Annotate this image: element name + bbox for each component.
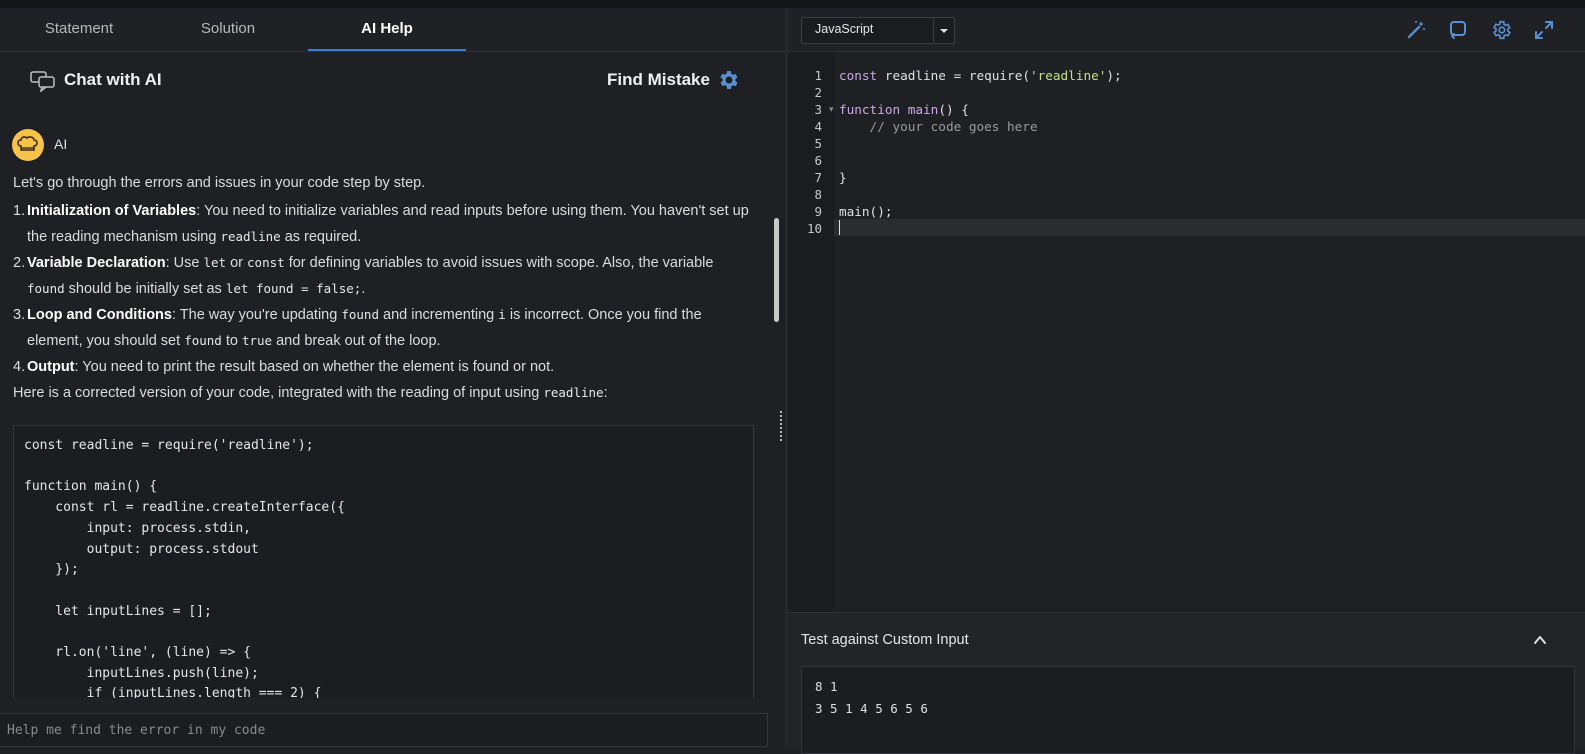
list-number: 1.	[13, 203, 26, 219]
item-text: should be initially set as	[64, 281, 226, 297]
inline-code: let found = false;	[225, 281, 362, 296]
list-item: 1. Initialization of Variables: You need …	[13, 198, 753, 250]
list-item: 2. Variable Declaration: Use let or const…	[13, 250, 753, 302]
tab-bar: Statement Solution AI Help	[0, 8, 785, 52]
corrected-intro: Here is a corrected version of your code…	[13, 380, 753, 406]
code-line: const readline = require('readline');	[839, 68, 1122, 83]
inline-code: const	[247, 255, 285, 270]
list-item: 4. Output: You need to print the result b…	[13, 354, 753, 380]
inline-code: let	[203, 255, 227, 270]
language-value: JavaScript	[815, 22, 874, 36]
inline-code: readline	[220, 229, 281, 244]
inline-code: readline	[543, 385, 604, 400]
item-title: Initialization of Variables	[27, 203, 197, 219]
item-text: and incrementing	[378, 307, 499, 323]
corrected-text: Here is a corrected version of your code…	[13, 385, 544, 401]
resize-handle-icon[interactable]	[780, 411, 786, 441]
item-text: as required.	[280, 229, 362, 245]
item-title: Loop and Conditions	[27, 307, 172, 323]
fold-arrow-icon[interactable]: ▾	[829, 104, 834, 115]
chevron-down-icon[interactable]	[933, 18, 954, 43]
list-number: 4.	[13, 359, 26, 375]
chat-header: Chat with AI Find Mistake	[0, 52, 785, 112]
line-number: 7	[814, 170, 822, 185]
code-line: }	[839, 170, 847, 185]
gear-icon[interactable]	[716, 68, 740, 92]
ai-avatar	[12, 129, 44, 161]
custom-input-panel: Test against Custom Input 8 1 3 5 1 4 5 …	[788, 612, 1585, 754]
chat-input[interactable]	[0, 713, 768, 747]
inline-code: i	[498, 307, 506, 322]
custom-input-value: 8 1 3 5 1 4 5 6 5 6	[815, 679, 928, 716]
line-number: 6	[814, 153, 822, 168]
list-number: 3.	[13, 307, 26, 323]
language-select[interactable]: JavaScript	[801, 17, 955, 44]
chat-bubbles-icon	[30, 71, 55, 92]
item-text: : You need to print the result based on …	[74, 359, 555, 375]
code-line: function main() {	[839, 102, 969, 117]
left-pane: Statement Solution AI Help Chat with AI …	[0, 8, 785, 747]
item-title: Variable Declaration	[27, 255, 166, 271]
code-line: main();	[839, 204, 893, 219]
chef-hat-icon	[17, 136, 38, 151]
chat-scrollbar[interactable]	[774, 218, 779, 322]
inline-code: found	[341, 307, 379, 322]
code-line: // your code goes here	[839, 119, 1038, 134]
restore-icon[interactable]	[1448, 19, 1470, 41]
list-item: 3. Loop and Conditions: The way you're up…	[13, 302, 753, 354]
line-number: 10	[806, 221, 822, 236]
item-text: for defining variables to avoid issues w…	[284, 255, 714, 271]
item-text: : The way you're updating	[171, 307, 342, 323]
item-text: .	[361, 281, 366, 297]
tab-solution[interactable]: Solution	[149, 8, 307, 51]
message-body: Let's go through the errors and issues i…	[13, 170, 753, 406]
right-pane: JavaScript 1 2 3 ▾ 4 5 6 7 8 9 10 const …	[788, 8, 1585, 754]
inline-code: true	[241, 333, 273, 348]
text-cursor	[839, 220, 840, 235]
item-title: Output	[27, 359, 75, 375]
sender-label: AI	[54, 136, 68, 152]
line-gutter: 1 2 3 ▾ 4 5 6 7 8 9 10	[788, 52, 834, 612]
custom-input-field[interactable]: 8 1 3 5 1 4 5 6 5 6	[801, 666, 1575, 754]
line-number: 4	[814, 119, 822, 134]
line-number: 3	[814, 102, 822, 117]
intro-text: Let's go through the errors and issues i…	[13, 175, 426, 191]
line-number: 9	[814, 204, 822, 219]
chevron-up-icon[interactable]	[1532, 633, 1548, 647]
line-number: 5	[814, 136, 822, 151]
code-block: const readline = require('readline'); fu…	[13, 425, 754, 698]
item-text: : Use	[165, 255, 204, 271]
top-strip	[0, 0, 1585, 8]
item-text: or	[226, 255, 248, 271]
tab-ai-help[interactable]: AI Help	[308, 8, 466, 51]
inline-code: found	[184, 333, 222, 348]
item-text: to	[221, 333, 242, 349]
line-number: 1	[814, 68, 822, 83]
fullscreen-icon[interactable]	[1533, 19, 1555, 41]
code-editor[interactable]: 1 2 3 ▾ 4 5 6 7 8 9 10 const readline = …	[788, 52, 1585, 612]
magic-wand-icon[interactable]	[1405, 19, 1427, 41]
active-line-highlight	[834, 219, 1585, 236]
tab-statement[interactable]: Statement	[0, 8, 158, 51]
inline-code: found	[27, 281, 65, 296]
code-block-text: const readline = require('readline'); fu…	[24, 438, 345, 698]
find-mistake-button[interactable]: Find Mistake	[607, 70, 710, 90]
ai-message: AI Let's go through the errors and issue…	[0, 122, 770, 698]
editor-toolbar: JavaScript	[788, 8, 1585, 52]
corrected-colon: :	[603, 385, 608, 401]
item-text: and break out of the loop.	[272, 333, 441, 349]
list-number: 2.	[13, 255, 26, 271]
chat-title: Chat with AI	[64, 70, 162, 89]
line-number: 2	[814, 85, 822, 100]
settings-icon[interactable]	[1490, 19, 1512, 41]
issue-list: 1. Initialization of Variables : You need …	[13, 198, 753, 380]
custom-input-title: Test against Custom Input	[801, 632, 969, 648]
line-number: 8	[814, 187, 822, 202]
